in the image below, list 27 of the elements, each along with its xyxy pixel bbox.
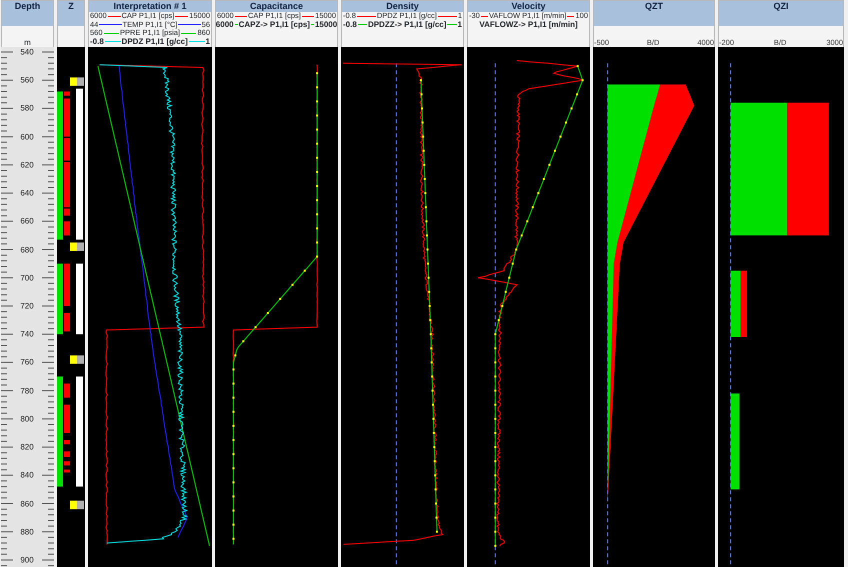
legend-line (447, 24, 457, 26)
column-title: Capacitance (216, 1, 337, 12)
scale-max: 15000 (314, 20, 338, 29)
legend-line (181, 32, 196, 34)
column-title: Interpretation # 1 (89, 1, 211, 12)
scale-max: 1 (458, 20, 462, 29)
column-title: Density (342, 1, 463, 12)
column-title: QZI (719, 1, 843, 26)
column-title: Velocity (468, 1, 589, 12)
scale-min: -0.8 (343, 20, 357, 29)
curve-name: CAPZ-> P1,I1 [cps] (238, 20, 310, 29)
column-title: Z (58, 1, 84, 26)
unit-label: m (23, 38, 32, 47)
legend-line (178, 24, 201, 26)
legend-line (188, 41, 205, 42)
legend-line (438, 16, 457, 17)
column-title: Depth (2, 1, 53, 26)
curve-name: VAFLOWZ-> P1,I1 [m/min] (479, 20, 578, 29)
curve-name: DPDZZ-> P1,I1 [g/cc] (368, 20, 446, 29)
curve-name: DPDZ P1,I1 [g/cc] (122, 38, 188, 46)
legend-line (567, 16, 574, 17)
scale-min: 6000 (216, 20, 234, 29)
column-title: QZT (594, 1, 714, 26)
legend-line (175, 16, 188, 17)
scale-min: -0.8 (90, 38, 104, 46)
scale-max: 1 (206, 38, 210, 46)
legend-line (302, 16, 314, 17)
